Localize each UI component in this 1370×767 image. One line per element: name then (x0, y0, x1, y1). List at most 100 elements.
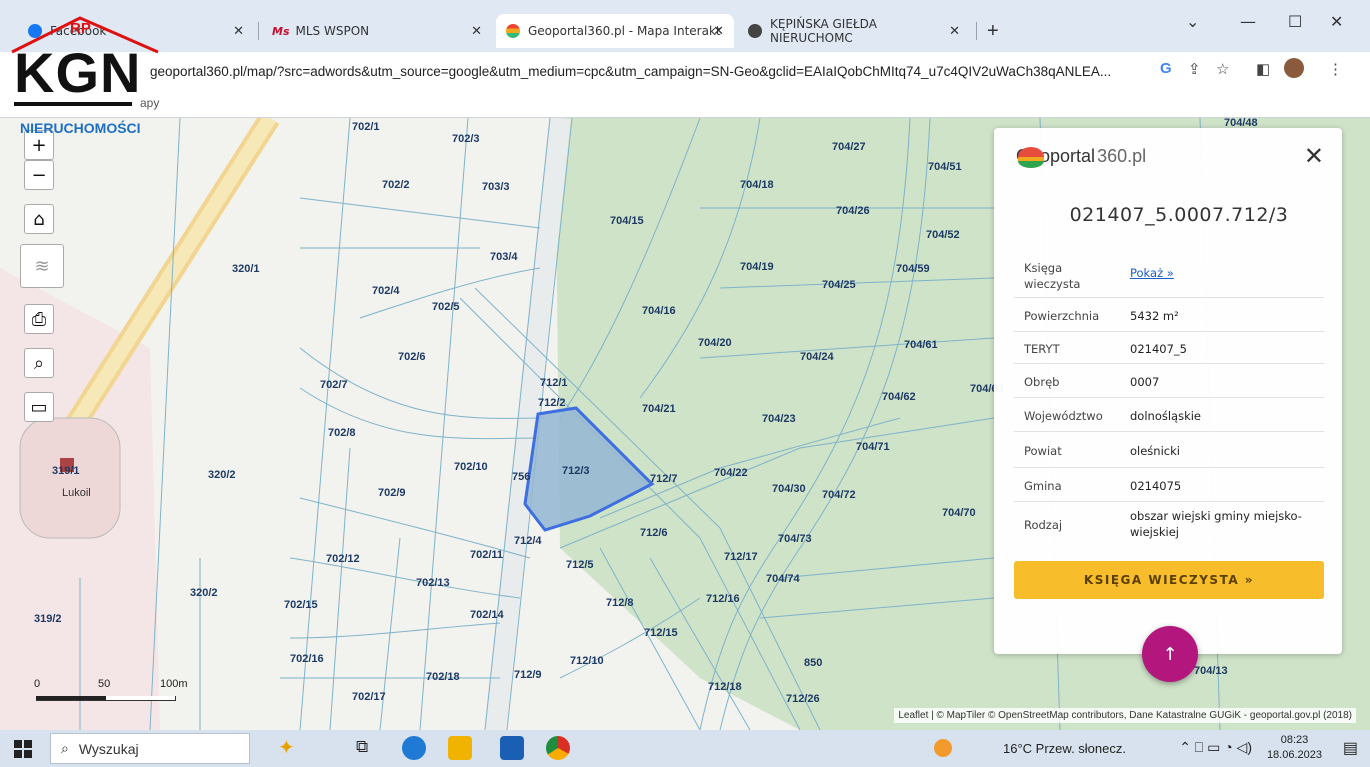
weather-text[interactable]: 16°C Przew. słonecz. (1003, 741, 1126, 756)
info-row: Województwo dolnośląskie (1014, 398, 1324, 432)
mls-icon: Ms (272, 24, 290, 38)
row-value: 0214075 (1130, 479, 1182, 493)
parcel-label: 712/2 (538, 397, 566, 409)
windows-taskbar: ⌕ Wyszukaj ✦ ⧉ 16°C Przew. słonecz. ⌃ ⎕ … (0, 730, 1370, 767)
share-icon[interactable]: ⇪ (1188, 60, 1201, 78)
info-row: Obręb 0007 (1014, 364, 1324, 398)
browser-window: Facebook ✕ Ms MLS WSPON ✕ Geoportal360.p… (0, 0, 1370, 118)
task-view-icon[interactable]: ⧉ (356, 737, 368, 757)
parcel-label: 704/70 (942, 507, 976, 519)
parcel-label: 702/7 (320, 379, 348, 391)
weather-icon[interactable] (934, 739, 952, 757)
parcel-label: 702/12 (326, 553, 360, 565)
row-key: Powierzchnia (1024, 309, 1100, 323)
measure-button[interactable]: ▭ (24, 392, 54, 422)
tab-mls-wspon[interactable]: Ms MLS WSPON ✕ (262, 14, 492, 48)
tab-search-icon[interactable]: ⌄ (1186, 12, 1199, 31)
parcel-label: 320/1 (232, 263, 260, 275)
kgn-logo: RP KGN NIERUCHOMOŚCI (8, 16, 170, 140)
parcel-label: 702/11 (470, 549, 503, 561)
windows-start-icon[interactable] (14, 740, 32, 758)
address-toolbar: geoportal360.pl/map/?src=adwords&utm_sou… (0, 52, 1370, 90)
parcel-label: 704/20 (698, 337, 732, 349)
tab-kepinska[interactable]: KĘPIŃSKA GIEŁDA NIERUCHOMC ✕ (738, 14, 970, 48)
parcel-label: 704/71 (856, 441, 890, 453)
row-value: 5432 m² (1130, 309, 1179, 323)
map-view[interactable]: 702/1 702/3 702/2 703/3 704/15 704/18 70… (0, 118, 1370, 730)
taskbar-search[interactable]: ⌕ Wyszukaj (50, 733, 250, 764)
parcel-id: 021407_5.0007.712/3 (1069, 204, 1289, 226)
land-register-button[interactable]: KSIĘGA WIECZYSTA » (1014, 561, 1324, 599)
scroll-up-button[interactable]: ↑ (1142, 626, 1198, 682)
clock-time: 08:23 (1280, 734, 1309, 746)
notification-icon[interactable]: ▤ (1343, 738, 1358, 758)
close-panel-button[interactable]: ✕ (1304, 142, 1324, 170)
parcel-label: 704/30 (772, 483, 806, 495)
parcel-label: 712/7 (650, 473, 678, 485)
parcel-label: 702/5 (432, 301, 460, 313)
clock-date: 18.06.2023 (1266, 749, 1322, 761)
parcel-label: 702/18 (426, 671, 460, 683)
scale-fill (36, 696, 106, 700)
maximize-button[interactable]: ☐ (1288, 12, 1302, 31)
edge-icon[interactable] (402, 736, 426, 760)
sidepanel-icon[interactable]: ◧ (1256, 60, 1270, 78)
print-button[interactable]: ⎙ (24, 304, 54, 334)
parcel-label: 702/6 (398, 351, 426, 363)
map-attribution[interactable]: Leaflet | © MapTiler © OpenStreetMap con… (894, 708, 1356, 723)
info-row: Powiat oleśnicki (1014, 432, 1324, 468)
avatar[interactable] (1284, 58, 1304, 78)
tab-strip: Facebook ✕ Ms MLS WSPON ✕ Geoportal360.p… (0, 0, 1370, 52)
parcel-info-panel: Geoportal 360.pl ✕ 021407_5.0007.712/3 K… (994, 128, 1342, 654)
road (54, 118, 276, 452)
layers-button[interactable]: ≋ (20, 244, 64, 288)
brand-suffix: 360.pl (1097, 146, 1147, 166)
minimize-button[interactable]: — (1240, 12, 1256, 31)
tab-geoportal[interactable]: Geoportal360.pl - Mapa Interakt ✕ (496, 14, 734, 48)
kw-show-link[interactable]: Pokaż » (1130, 266, 1174, 280)
parcel-label: 712/9 (514, 669, 542, 681)
parcel-label: 702/10 (454, 461, 488, 473)
ruler-icon: ▭ (30, 396, 48, 418)
parcel-label: 320/2 (190, 587, 218, 599)
url-text: geoportal360.pl/map/?src=adwords&utm_sou… (150, 63, 1112, 79)
parcel-label: 704/52 (926, 229, 960, 241)
star-icon[interactable]: ☆ (1216, 60, 1229, 78)
menu-icon[interactable]: ⋮ (1328, 60, 1343, 78)
parcel-label: 712/16 (706, 593, 740, 605)
logo-underline (14, 102, 132, 106)
google-icon[interactable]: G (1160, 60, 1172, 77)
search-placeholder: Wyszukaj (78, 740, 139, 757)
zoom-out-button[interactable]: − (24, 160, 54, 190)
parcel-label: 712/15 (644, 627, 678, 639)
parcel-label: 712/4 (514, 535, 542, 547)
tab-title: KĘPIŃSKA GIEŁDA NIERUCHOMC (770, 17, 877, 45)
row-key: Województwo (1024, 409, 1103, 423)
parcel-label: 704/27 (832, 141, 866, 153)
row-key: Powiat (1024, 444, 1062, 458)
logo-rp: RP (70, 20, 91, 37)
tray-icons[interactable]: ⌃ ⎕ ▭ ◔ ◁) (1179, 739, 1252, 756)
parcel-label: 702/9 (378, 487, 406, 499)
chrome-icon[interactable] (546, 736, 570, 760)
home-button[interactable]: ⌂ (24, 204, 54, 234)
parcel-label: 712/10 (570, 655, 604, 667)
search-button[interactable]: ⌕ (24, 348, 54, 378)
bookmarks-bar: apy (0, 90, 1370, 118)
sparkle-icon[interactable]: ✦ (278, 735, 295, 760)
close-icon[interactable]: ✕ (233, 24, 244, 39)
close-icon[interactable]: ✕ (471, 24, 482, 39)
parcel-label: 850 (804, 657, 822, 669)
search-icon: ⌕ (33, 352, 45, 374)
clock[interactable]: 08:23 18.06.2023 (1267, 733, 1322, 763)
parcel-label: 702/8 (328, 427, 356, 439)
close-icon[interactable]: ✕ (713, 24, 724, 39)
new-tab-button[interactable]: + (987, 20, 999, 43)
close-window-button[interactable]: ✕ (1330, 12, 1343, 31)
row-key: Gmina (1024, 479, 1062, 493)
close-icon[interactable]: ✕ (949, 24, 960, 39)
file-explorer-icon[interactable] (448, 736, 472, 760)
parcel-label: 702/2 (382, 179, 410, 191)
row-key: Rodzaj (1024, 518, 1063, 532)
mail-icon[interactable] (500, 736, 524, 760)
